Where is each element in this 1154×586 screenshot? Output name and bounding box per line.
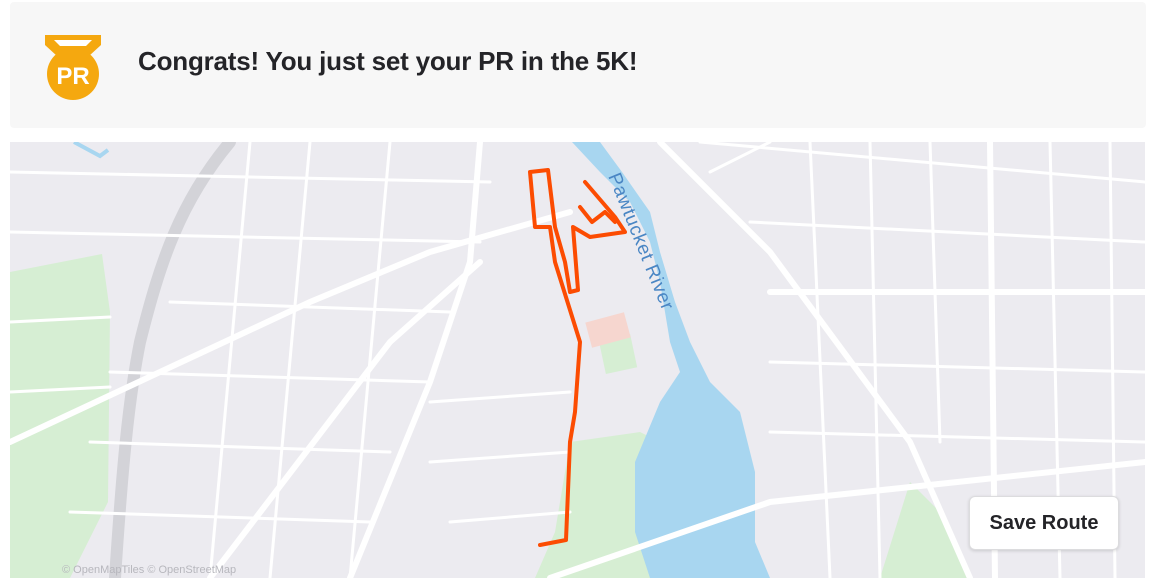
stream bbox=[73, 142, 110, 159]
pr-medal-icon: PR bbox=[42, 32, 104, 102]
river-label: Pawtucket River bbox=[603, 170, 677, 314]
pr-message: Congrats! You just set your PR in the 5K… bbox=[138, 46, 638, 76]
badge-text: PR bbox=[56, 63, 89, 90]
pr-banner: PR Congrats! You just set your PR in the… bbox=[10, 2, 1146, 128]
route-map[interactable]: Pawtucket River © OpenMapTiles © OpenStr… bbox=[10, 142, 1145, 578]
map-attribution[interactable]: © OpenMapTiles © OpenStreetMap bbox=[62, 564, 236, 576]
save-route-button[interactable]: Save Route bbox=[969, 496, 1119, 550]
